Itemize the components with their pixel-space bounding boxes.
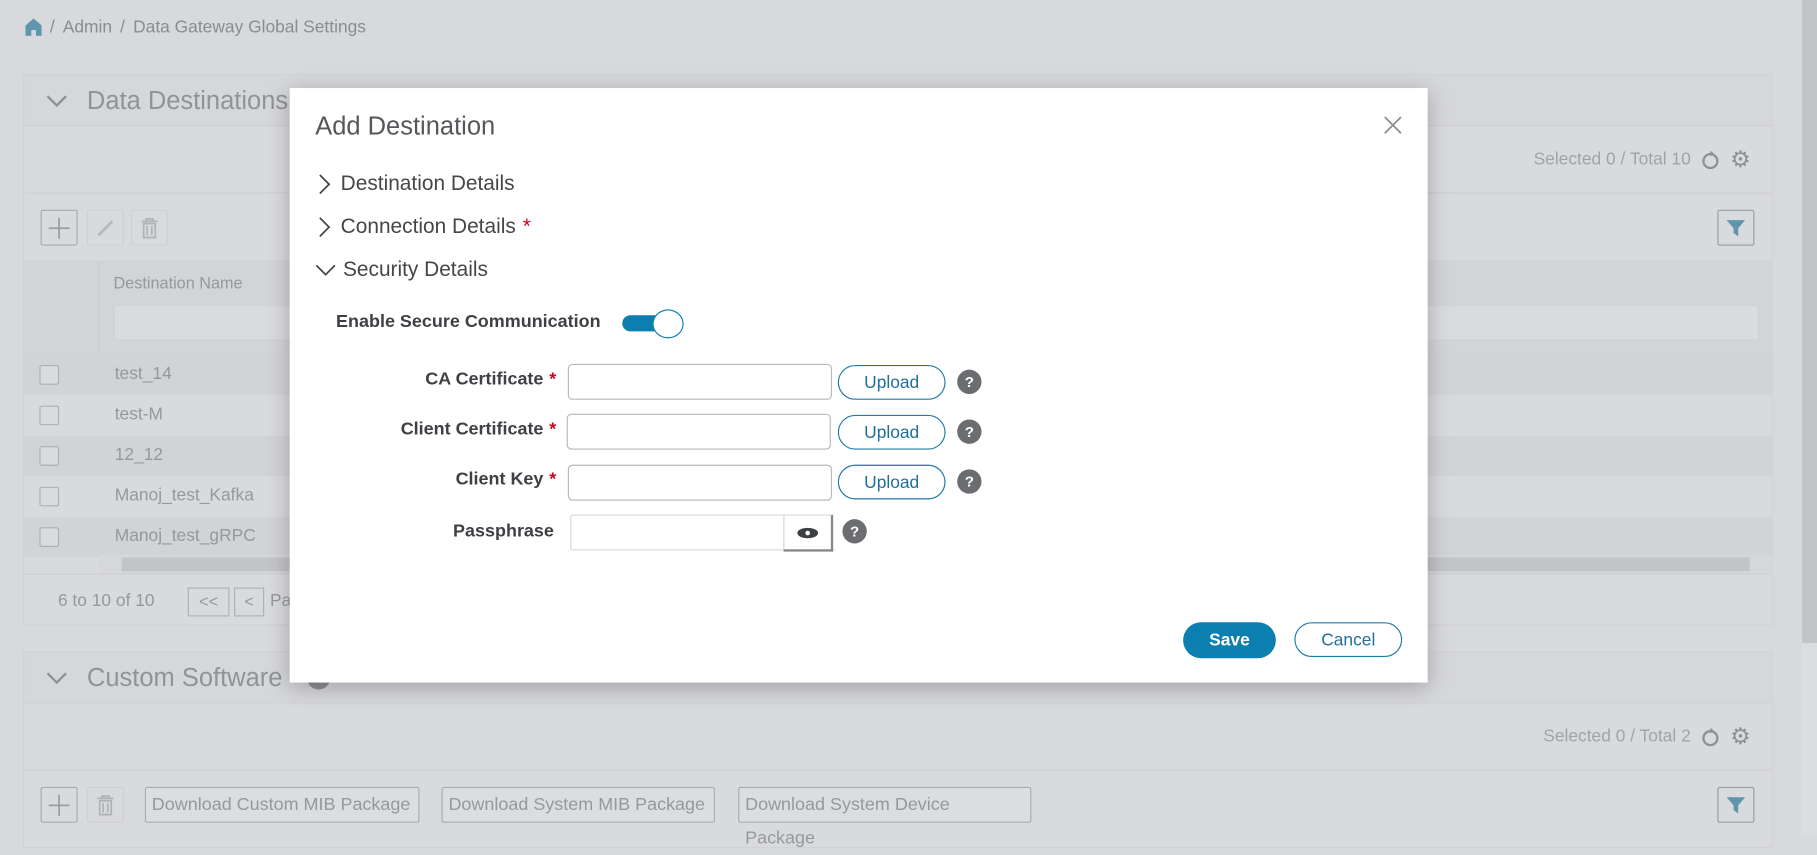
- client-certificate-input[interactable]: [566, 413, 831, 450]
- breadcrumb: / Admin / Data Gateway Global Settings: [25, 17, 366, 38]
- section-connection-details[interactable]: Connection Details *: [315, 214, 531, 238]
- chevron-down-icon: [315, 264, 336, 276]
- first-page-button[interactable]: <<: [187, 587, 230, 617]
- dialog-title: Add Destination: [315, 111, 496, 141]
- plus-icon: [48, 794, 70, 816]
- selection-count: Selected 0 / Total 10: [1533, 149, 1691, 170]
- row-checkbox[interactable]: [39, 405, 60, 426]
- filter-button[interactable]: [1717, 786, 1755, 823]
- add-destination-dialog: Add Destination Destination Details Conn…: [289, 88, 1428, 683]
- breadcrumb-admin[interactable]: Admin: [63, 17, 112, 37]
- section-label: Security Details: [343, 257, 488, 281]
- page-scrollbar[interactable]: [1801, 0, 1817, 836]
- toggle-knob[interactable]: [652, 309, 684, 339]
- pencil-icon: [97, 219, 114, 236]
- row-name: test-M: [114, 404, 164, 425]
- required-mark: *: [522, 214, 531, 238]
- passphrase-label: Passphrase: [453, 521, 554, 542]
- help-icon[interactable]: ?: [957, 469, 982, 494]
- selection-count: Selected 0 / Total 2: [1543, 726, 1691, 747]
- chevron-down-icon[interactable]: [45, 666, 68, 689]
- download-system-mib-button[interactable]: Download System MIB Package: [441, 786, 715, 823]
- filter-icon: [1726, 796, 1746, 813]
- field-label: CA Certificate: [425, 369, 544, 390]
- chevron-down-icon[interactable]: [45, 89, 68, 112]
- save-button[interactable]: Save: [1183, 622, 1276, 659]
- field-label: Client Certificate: [400, 419, 544, 440]
- row-checkbox[interactable]: [39, 365, 60, 385]
- client-certificate-upload-button[interactable]: Upload: [837, 414, 946, 450]
- filter-icon: [1726, 219, 1746, 236]
- help-icon[interactable]: ?: [842, 519, 867, 544]
- section-label: Destination Details: [340, 171, 515, 195]
- breadcrumb-current: Data Gateway Global Settings: [133, 17, 366, 38]
- close-icon[interactable]: [1384, 116, 1403, 135]
- plus-icon: [48, 217, 70, 239]
- refresh-icon[interactable]: [1700, 726, 1721, 747]
- row-name: Manoj_test_Kafka: [114, 485, 254, 506]
- row-checkbox[interactable]: [39, 486, 60, 507]
- section-destination-details[interactable]: Destination Details: [315, 171, 515, 196]
- trash-icon: [97, 794, 114, 815]
- required-mark: *: [549, 419, 557, 440]
- help-icon[interactable]: ?: [957, 369, 982, 394]
- download-custom-mib-button[interactable]: Download Custom MIB Package: [144, 786, 420, 823]
- refresh-icon[interactable]: [1700, 149, 1721, 170]
- toggle-label: Enable Secure Communication: [336, 311, 601, 332]
- delete-button[interactable]: [130, 209, 169, 246]
- ca-certificate-upload-button[interactable]: Upload: [837, 365, 946, 400]
- prev-page-button[interactable]: <: [234, 587, 265, 617]
- show-passphrase-button[interactable]: [783, 514, 834, 552]
- cancel-button[interactable]: Cancel: [1294, 622, 1403, 658]
- client-key-input[interactable]: [567, 464, 833, 501]
- breadcrumb-sep: /: [49, 17, 55, 38]
- add-button[interactable]: [40, 209, 78, 246]
- home-icon[interactable]: [25, 18, 42, 36]
- gear-icon[interactable]: ⚙: [1730, 145, 1751, 174]
- column-header-destination-name[interactable]: Destination Name: [114, 273, 243, 292]
- download-system-device-button[interactable]: Download System Device Package: [738, 786, 1032, 848]
- panel-title: Custom Software: [86, 662, 283, 692]
- page-label: Pa: [270, 590, 292, 611]
- filter-button[interactable]: [1717, 209, 1755, 246]
- section-label: Connection Details: [340, 214, 516, 238]
- passphrase-input[interactable]: [570, 514, 785, 551]
- gear-icon[interactable]: ⚙: [1730, 722, 1751, 751]
- ca-certificate-input[interactable]: [567, 363, 833, 400]
- delete-button[interactable]: [86, 786, 124, 823]
- scrollbar-thumb[interactable]: [1801, 0, 1817, 644]
- panel-title: Data Destinations: [86, 85, 289, 115]
- add-button[interactable]: [40, 786, 78, 823]
- trash-icon: [141, 217, 158, 238]
- row-name: 12_12: [114, 444, 164, 465]
- section-security-details[interactable]: Security Details: [315, 257, 488, 281]
- chevron-right-icon: [319, 216, 331, 237]
- row-name: test_14: [114, 363, 172, 384]
- client-key-upload-button[interactable]: Upload: [837, 464, 946, 500]
- row-checkbox[interactable]: [39, 527, 60, 547]
- chevron-right-icon: [319, 173, 331, 194]
- row-name: Manoj_test_gRPC: [114, 526, 256, 546]
- edit-button[interactable]: [86, 209, 124, 246]
- row-checkbox[interactable]: [39, 446, 60, 466]
- help-icon[interactable]: ?: [957, 419, 982, 444]
- required-mark: *: [549, 369, 557, 390]
- pager-range: 6 to 10 of 10: [57, 590, 155, 611]
- eye-icon: [797, 527, 819, 538]
- field-label: Client Key: [455, 469, 544, 490]
- breadcrumb-sep: /: [120, 17, 126, 38]
- required-mark: *: [549, 469, 557, 490]
